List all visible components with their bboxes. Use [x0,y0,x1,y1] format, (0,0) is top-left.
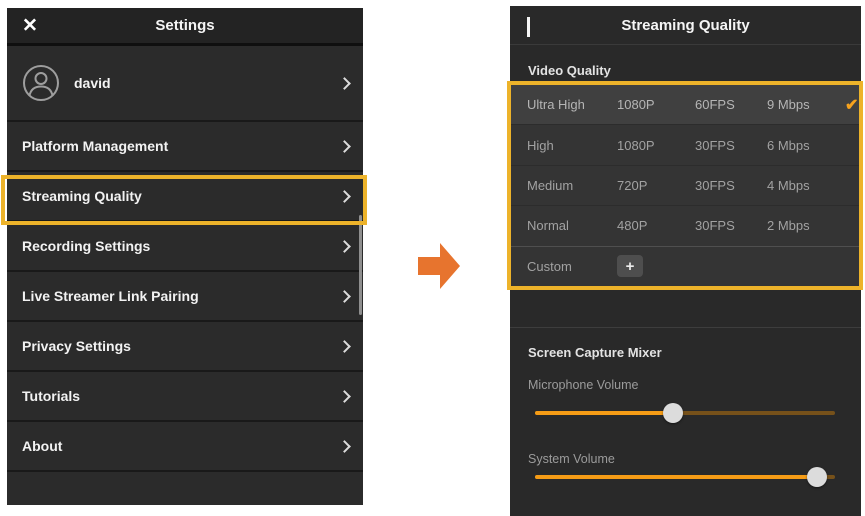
selected-check-icon: ✔ [845,95,865,115]
quality-name: Ultra High [527,97,617,112]
chevron-right-icon [338,390,351,403]
menu-item-about[interactable]: About [7,422,363,472]
quality-fps: 30FPS [695,178,767,193]
chevron-right-icon [338,340,351,353]
menu-item-label: About [22,438,62,454]
quality-fps: 60FPS [695,97,767,112]
slider-thumb[interactable] [807,467,827,487]
menu-item-label: Platform Management [22,138,168,154]
menu-item-platform-management[interactable]: Platform Management [7,122,363,172]
quality-name: Normal [527,218,617,233]
system-volume-slider[interactable] [535,466,835,488]
quality-name: Medium [527,178,617,193]
menu-item-live-streamer-link-pairing[interactable]: Live Streamer Link Pairing [7,272,363,322]
quality-option-normal[interactable]: Normal 480P 30FPS 2 Mbps [511,205,859,245]
chevron-right-icon [338,240,351,253]
chevron-right-icon [338,77,351,90]
streaming-quality-header: Streaming Quality [510,6,861,45]
microphone-volume-slider[interactable] [535,402,835,424]
quality-bitrate: 2 Mbps [767,218,845,233]
back-icon[interactable] [527,20,530,38]
quality-resolution: 1080P [617,97,695,112]
chevron-right-icon [338,440,351,453]
microphone-volume-label: Microphone Volume [528,378,638,392]
video-quality-section-label: Video Quality [528,63,611,78]
add-custom-quality-button[interactable]: + [617,255,643,277]
quality-name: Custom [527,259,617,274]
section-divider [510,327,861,328]
quality-resolution: 720P [617,178,695,193]
scrollbar-thumb[interactable] [359,215,362,315]
menu-item-label: Recording Settings [22,238,150,254]
quality-fps: 30FPS [695,218,767,233]
settings-header: ✕ Settings [7,8,363,46]
menu-item-tutorials[interactable]: Tutorials [7,372,363,422]
chevron-left-icon [527,17,530,37]
transition-arrow-icon [418,243,460,289]
quality-bitrate: 6 Mbps [767,138,845,153]
quality-resolution: 480P [617,218,695,233]
quality-option-medium[interactable]: Medium 720P 30FPS 4 Mbps [511,165,859,205]
screen-capture-mixer-label: Screen Capture Mixer [528,345,662,360]
close-icon[interactable]: ✕ [22,16,38,35]
screenshot-stage: ✕ Settings david Platform Management Str… [0,0,865,516]
menu-item-recording-settings[interactable]: Recording Settings [7,222,363,272]
quality-option-ultra-high[interactable]: Ultra High 1080P 60FPS 9 Mbps ✔ [511,85,859,124]
quality-name: High [527,138,617,153]
chevron-right-icon [338,140,351,153]
slider-fill [535,475,817,479]
menu-item-label: Tutorials [22,388,80,404]
menu-item-privacy-settings[interactable]: Privacy Settings [7,322,363,372]
avatar-icon [22,64,60,102]
slider-thumb[interactable] [663,403,683,423]
chevron-right-icon [338,290,351,303]
menu-item-label: Privacy Settings [22,338,131,354]
quality-option-custom[interactable]: Custom + [511,246,859,286]
slider-fill [535,411,673,415]
quality-fps: 30FPS [695,138,767,153]
quality-bitrate: 4 Mbps [767,178,845,193]
menu-item-label: Live Streamer Link Pairing [22,288,199,304]
settings-title: Settings [155,17,214,34]
profile-name: david [74,75,111,91]
page-title: Streaming Quality [621,17,749,34]
streaming-quality-highlight-box [1,175,367,225]
quality-resolution: 1080P [617,138,695,153]
quality-option-high[interactable]: High 1080P 30FPS 6 Mbps [511,124,859,164]
quality-bitrate: 9 Mbps [767,97,845,112]
video-quality-table: Ultra High 1080P 60FPS 9 Mbps ✔ High 108… [507,81,863,290]
system-volume-label: System Volume [528,452,615,466]
settings-panel: ✕ Settings david Platform Management Str… [7,8,363,505]
profile-row[interactable]: david [7,46,363,122]
